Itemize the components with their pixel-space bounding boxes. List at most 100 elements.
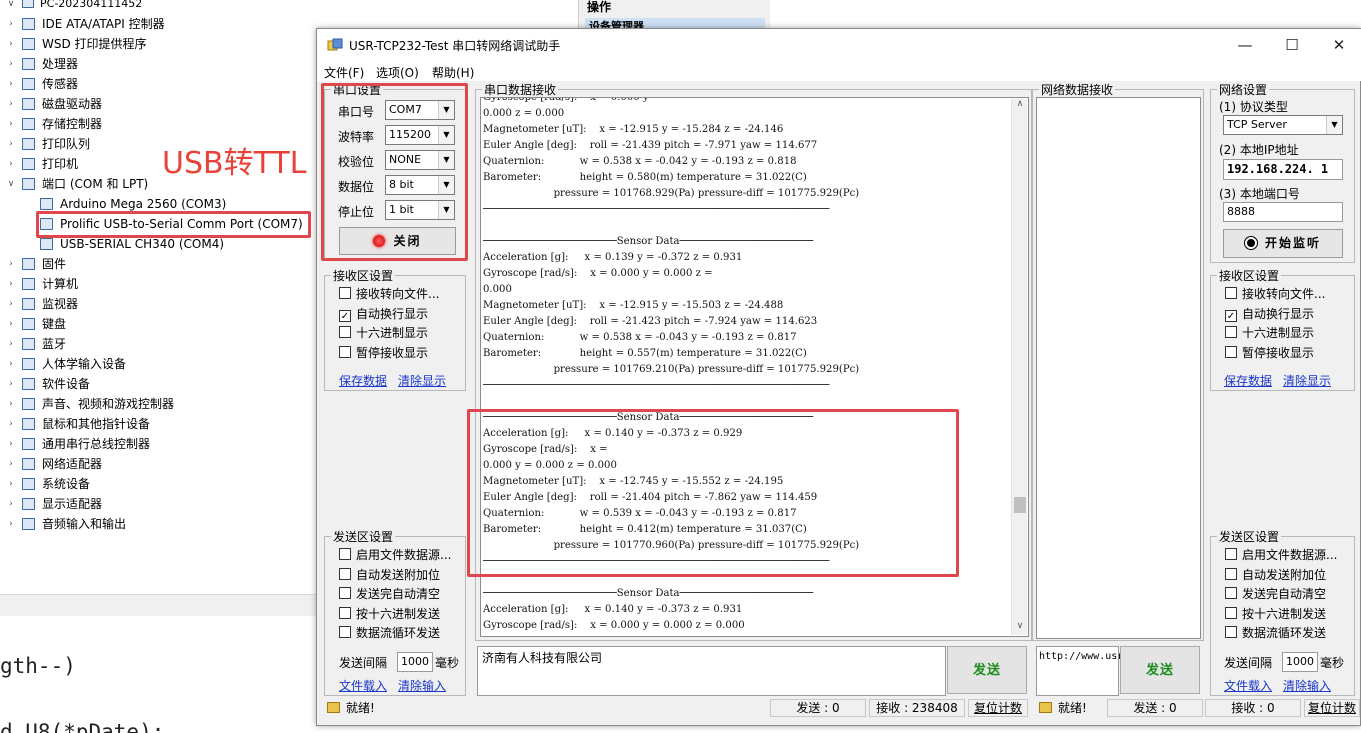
option-checkbox[interactable]: 启用文件数据源...: [1225, 547, 1337, 565]
checkbox-icon[interactable]: [1225, 606, 1237, 619]
option-checkbox[interactable]: 接收转向文件...: [1225, 286, 1325, 304]
checkbox-icon[interactable]: [339, 326, 351, 338]
option-checkbox[interactable]: 十六进制显示: [339, 325, 428, 343]
clear-input-link[interactable]: 清除输入: [1283, 677, 1331, 694]
chevron-right-icon[interactable]: ›: [6, 474, 16, 494]
device-category-icon: [22, 378, 35, 390]
option-checkbox[interactable]: ✓ 自动换行显示: [1225, 306, 1314, 324]
chevron-right-icon[interactable]: ›: [6, 274, 16, 294]
chevron-right-icon[interactable]: ›: [6, 34, 16, 54]
clear-display-link[interactable]: 清除显示: [398, 372, 446, 389]
serial-recv-title: 串口数据接收: [482, 81, 559, 98]
start-listen-label: 开始监听: [1264, 236, 1321, 250]
chevron-right-icon[interactable]: ›: [6, 394, 16, 414]
option-checkbox[interactable]: 发送完自动清空: [1225, 586, 1326, 604]
maximize-button[interactable]: ☐: [1272, 33, 1312, 57]
clear-display-link[interactable]: 清除显示: [1283, 372, 1331, 389]
chevron-right-icon[interactable]: ›: [6, 74, 16, 94]
option-checkbox[interactable]: 按十六进制发送: [1225, 606, 1326, 624]
title-bar[interactable]: USR-TCP232-Test 串口转网络调试助手 — ☐ ✕: [317, 29, 1361, 61]
checkbox-icon[interactable]: [1225, 345, 1237, 358]
chevron-right-icon[interactable]: ›: [6, 414, 16, 434]
background-window-edge: [770, 0, 1361, 30]
option-checkbox[interactable]: 按十六进制发送: [339, 606, 440, 624]
serial-settings-highlight-box: [321, 83, 468, 261]
scroll-up-icon[interactable]: ∧: [1012, 99, 1028, 113]
horizontal-scrollbar[interactable]: [0, 594, 318, 616]
checkbox-icon[interactable]: ✓: [1225, 309, 1237, 322]
checkbox-icon[interactable]: ✓: [339, 309, 351, 322]
chevron-down-icon[interactable]: ∨: [6, 0, 16, 14]
save-data-link[interactable]: 保存数据: [1224, 372, 1272, 389]
chevron-right-icon[interactable]: ›: [6, 14, 16, 34]
option-checkbox[interactable]: 自动发送附加位: [339, 567, 440, 585]
checkbox-icon[interactable]: [1225, 326, 1237, 338]
chevron-right-icon[interactable]: ›: [6, 154, 16, 174]
menu-file[interactable]: 文件(F): [324, 64, 364, 81]
chevron-right-icon[interactable]: ›: [6, 54, 16, 74]
chevron-right-icon[interactable]: ›: [6, 434, 16, 454]
chevron-right-icon[interactable]: ›: [6, 514, 16, 534]
checkbox-icon[interactable]: [1225, 287, 1237, 299]
scroll-thumb[interactable]: [1014, 497, 1026, 513]
local-port-input[interactable]: 8888: [1223, 202, 1343, 222]
chevron-right-icon[interactable]: ›: [6, 254, 16, 274]
close-button[interactable]: ✕: [1319, 33, 1359, 57]
ip-input[interactable]: 192.168.224. 1: [1223, 159, 1343, 180]
chevron-right-icon[interactable]: ›: [6, 134, 16, 154]
net-send-input[interactable]: http://www.usr.cn: [1036, 646, 1141, 696]
menu-help[interactable]: 帮助(H): [432, 64, 474, 81]
chevron-down-icon[interactable]: ∨: [6, 174, 16, 194]
option-checkbox[interactable]: 数据流循环发送: [1225, 625, 1326, 643]
background-code-editor: gth--) d U8(*pDate);: [0, 616, 318, 733]
option-checkbox[interactable]: 暂停接收显示: [1225, 345, 1314, 363]
option-checkbox[interactable]: 自动发送附加位: [1225, 567, 1326, 585]
checkbox-icon[interactable]: [1225, 626, 1237, 638]
option-checkbox[interactable]: 启用文件数据源...: [339, 547, 451, 565]
protocol-select[interactable]: TCP Server ▼: [1223, 115, 1343, 135]
option-checkbox[interactable]: 暂停接收显示: [339, 345, 428, 363]
checkbox-icon[interactable]: [339, 345, 351, 358]
send-interval-input[interactable]: 1000: [397, 652, 433, 672]
clear-input-link[interactable]: 清除输入: [398, 677, 446, 694]
checkbox-icon[interactable]: [339, 548, 351, 560]
checkbox-icon[interactable]: [1225, 567, 1237, 580]
checkbox-icon[interactable]: [1225, 548, 1237, 560]
menu-options[interactable]: 选项(O): [376, 64, 419, 81]
recv-vertical-scrollbar[interactable]: ∧ ∨: [1011, 99, 1027, 635]
checkbox-icon[interactable]: [339, 587, 351, 599]
chevron-right-icon[interactable]: ›: [6, 294, 16, 314]
net-reset-count-button[interactable]: 复位计数: [1304, 699, 1360, 717]
option-checkbox[interactable]: ✓ 自动换行显示: [339, 306, 428, 324]
checkbox-icon[interactable]: [339, 606, 351, 619]
serial-send-button[interactable]: 发送: [947, 646, 1027, 694]
chevron-right-icon[interactable]: ›: [6, 334, 16, 354]
chevron-right-icon[interactable]: ›: [6, 354, 16, 374]
serial-send-input[interactable]: 济南有人科技有限公司: [477, 646, 946, 696]
reset-count-button[interactable]: 复位计数: [968, 699, 1028, 717]
checkbox-icon[interactable]: [339, 626, 351, 638]
send-interval-label: 发送间隔: [339, 656, 388, 670]
option-checkbox[interactable]: 十六进制显示: [1225, 325, 1314, 343]
chevron-right-icon[interactable]: ›: [6, 114, 16, 134]
send-interval-input[interactable]: 1000: [1282, 652, 1318, 672]
file-load-link[interactable]: 文件载入: [339, 677, 387, 694]
chevron-right-icon[interactable]: ›: [6, 374, 16, 394]
option-checkbox[interactable]: 接收转向文件...: [339, 286, 439, 304]
start-listen-button[interactable]: 开始监听: [1223, 229, 1343, 258]
chevron-right-icon[interactable]: ›: [6, 94, 16, 114]
chevron-right-icon[interactable]: ›: [6, 454, 16, 474]
net-recv-textarea[interactable]: [1036, 97, 1201, 639]
file-load-link[interactable]: 文件载入: [1224, 677, 1272, 694]
scroll-down-icon[interactable]: ∨: [1012, 621, 1028, 635]
minimize-button[interactable]: —: [1225, 33, 1265, 57]
option-checkbox[interactable]: 发送完自动清空: [339, 586, 440, 604]
option-checkbox[interactable]: 数据流循环发送: [339, 625, 440, 643]
checkbox-icon[interactable]: [339, 287, 351, 299]
checkbox-icon[interactable]: [1225, 587, 1237, 599]
chevron-right-icon[interactable]: ›: [6, 494, 16, 514]
checkbox-icon[interactable]: [339, 567, 351, 580]
net-send-button[interactable]: 发送: [1120, 646, 1200, 694]
save-data-link[interactable]: 保存数据: [339, 372, 387, 389]
chevron-right-icon[interactable]: ›: [6, 314, 16, 334]
